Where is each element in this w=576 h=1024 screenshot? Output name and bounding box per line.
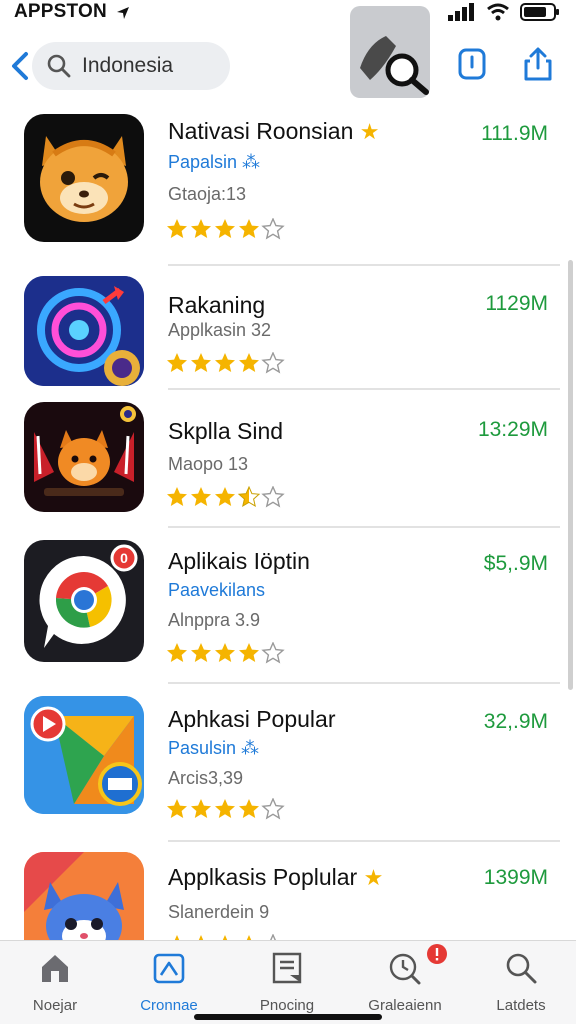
app-category: Maopo 13: [168, 454, 249, 474]
row-divider: [168, 388, 560, 390]
app-icon[interactable]: [24, 276, 144, 386]
wishlist-icon[interactable]: [454, 46, 490, 82]
search-input-value[interactable]: Indonesia: [82, 54, 173, 78]
tab-document[interactable]: Pnocing: [232, 949, 342, 1019]
tab-updates[interactable]: Graleaienn: [350, 944, 460, 1019]
row-divider: [168, 840, 560, 842]
fox-stage-icon: [34, 406, 136, 496]
status-time: APPSTON: [14, 1, 107, 22]
row-divider: [168, 682, 560, 684]
app-category: Slanerdein 9: [168, 902, 270, 922]
notification-badge-icon: [427, 944, 447, 964]
app-size: 32,.9M: [483, 710, 548, 733]
wifi-icon: [487, 3, 509, 21]
row-divider: [168, 264, 560, 266]
today-icon: [153, 953, 185, 984]
search-icon: [506, 953, 537, 984]
tab-updates-label: Graleaienn: [368, 997, 442, 1014]
cat-mascot-icon: [24, 852, 144, 940]
magnifier-icon: [360, 36, 429, 95]
browser-bubble-icon: 0: [39, 544, 138, 648]
search-header: Indonesia: [0, 6, 576, 102]
fox-mascot-icon: [40, 136, 128, 222]
app-row[interactable]: 0 Aplikais Iöptin Paavekilans Alnppra 3.…: [0, 534, 576, 684]
star-badge-icon: ★: [363, 865, 384, 890]
app-size: 1129M: [485, 292, 548, 315]
app-developer: Paavekilans: [168, 580, 266, 600]
app-icon[interactable]: [24, 114, 144, 242]
home-indicator[interactable]: [194, 1014, 382, 1020]
app-title[interactable]: Applkasis Poplular ★: [168, 864, 383, 891]
clock-search-icon: [389, 953, 421, 985]
app-title[interactable]: Aphkasi Popular: [168, 706, 336, 733]
app-title[interactable]: Nativasi Roonsian ★: [168, 118, 380, 145]
app-icon[interactable]: [24, 696, 144, 814]
app-size: 111.9M: [481, 122, 548, 145]
status-bar: APPSTON: [0, 0, 576, 26]
app-title[interactable]: Aplikais Iöptin: [168, 548, 310, 575]
app-row[interactable]: Applkasis Poplular ★ Slanerdein 9 1399M: [0, 848, 576, 940]
app-size: $5,.9M: [483, 552, 548, 575]
app-title[interactable]: Skplla Sind: [168, 418, 283, 445]
home-icon: [42, 955, 68, 982]
scrollbar[interactable]: [568, 260, 573, 690]
app-icon[interactable]: [24, 852, 144, 940]
tab-home[interactable]: Noejar: [0, 949, 110, 1019]
tab-search[interactable]: Latdets: [466, 949, 576, 1019]
star-icon: [167, 219, 187, 238]
app-row[interactable]: Skplla Sind Maopo 13 13:29M: [0, 396, 576, 530]
app-row[interactable]: Rakaning Applkasin 32 1129M: [0, 272, 576, 392]
cellular-signal-icon: [448, 3, 474, 21]
tab-bar: Noejar Cronnae Pnocing Graleaienn Latdet…: [0, 940, 576, 1024]
star-badge-icon: ★: [359, 119, 380, 144]
search-field[interactable]: Indonesia: [32, 42, 230, 90]
tab-search-label: Latdets: [496, 997, 546, 1014]
target-icon: [24, 276, 144, 386]
app-developer: Pasulsin ⁂: [168, 738, 260, 758]
app-category: Applkasin 32: [168, 320, 272, 340]
app-developer: Papalsin ⁂: [168, 152, 261, 172]
tab-home-label: Noejar: [32, 997, 78, 1014]
location-arrow-icon: [117, 7, 129, 19]
app-category: Alnppra 3.9: [168, 610, 261, 630]
tab-today[interactable]: Cronnae: [114, 949, 224, 1019]
document-icon: [272, 952, 302, 984]
search-badge-tile: [350, 6, 430, 98]
app-size: 13:29M: [477, 418, 548, 441]
search-icon: [47, 54, 71, 78]
status-icons: [448, 2, 560, 22]
rating-stars: [167, 486, 285, 508]
rating-stars: [167, 218, 285, 240]
rating-stars: [167, 642, 285, 664]
app-title[interactable]: Rakaning: [168, 292, 265, 319]
app-list: Nativasi Roonsian ★ Papalsin ⁂ Gtaoja:13…: [0, 106, 576, 940]
share-icon[interactable]: [520, 46, 556, 82]
rating-stars: [167, 352, 285, 374]
row-divider: [168, 526, 560, 528]
app-icon[interactable]: [24, 402, 144, 512]
tab-today-label: Cronnae: [140, 997, 198, 1014]
back-chevron-icon[interactable]: [8, 50, 32, 82]
app-category: Arcis3,39: [168, 768, 244, 788]
play-folder-icon: [24, 696, 144, 814]
battery-icon: [520, 3, 559, 21]
svg-text:0: 0: [120, 550, 128, 566]
app-row[interactable]: Nativasi Roonsian ★ Papalsin ⁂ Gtaoja:13…: [0, 106, 576, 266]
tab-document-label: Pnocing: [259, 997, 315, 1014]
app-row[interactable]: Aphkasi Popular Pasulsin ⁂ Arcis3,39 32,…: [0, 690, 576, 842]
rating-stars: [167, 798, 285, 820]
app-size: 1399M: [483, 866, 548, 889]
app-icon[interactable]: 0: [24, 540, 144, 662]
app-category: Gtaoja:13: [168, 184, 247, 204]
